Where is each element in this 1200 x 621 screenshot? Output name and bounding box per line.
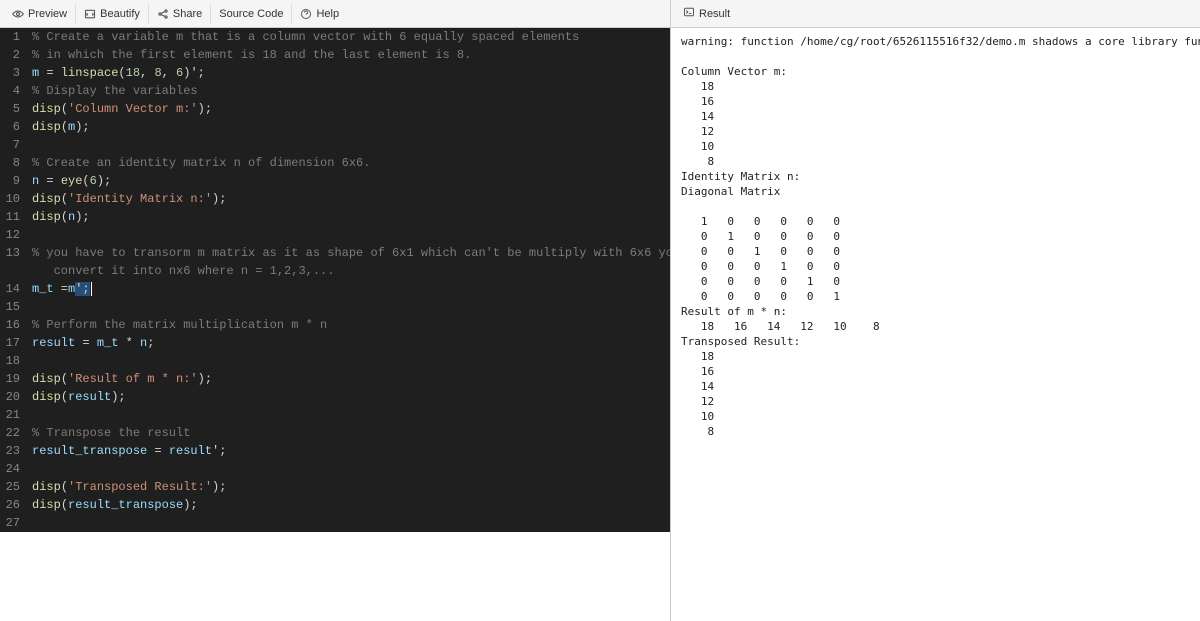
share-icon bbox=[157, 8, 169, 20]
code-line[interactable]: 23result_transpose = result'; bbox=[0, 442, 670, 460]
code-line-wrap[interactable]: convert it into nx6 where n = 1,2,3,... bbox=[0, 262, 670, 280]
code-line[interactable]: 6disp(m); bbox=[0, 118, 670, 136]
result-toolbar: Result bbox=[671, 0, 1200, 28]
code-icon bbox=[84, 8, 96, 20]
code-line[interactable]: 9n = eye(6); bbox=[0, 172, 670, 190]
code-line[interactable]: 1% Create a variable m that is a column … bbox=[0, 28, 670, 46]
code-line[interactable]: 24 bbox=[0, 460, 670, 478]
source-code-button[interactable]: Source Code bbox=[211, 4, 292, 24]
share-button[interactable]: Share bbox=[149, 4, 211, 24]
code-line[interactable]: 20disp(result); bbox=[0, 388, 670, 406]
code-line[interactable]: 25disp('Transposed Result:'); bbox=[0, 478, 670, 496]
editor-toolbar: Preview Beautify Share Source Code bbox=[0, 0, 670, 28]
code-line[interactable]: 22% Transpose the result bbox=[0, 424, 670, 442]
beautify-label: Beautify bbox=[100, 8, 140, 20]
code-line[interactable]: 3m = linspace(18, 8, 6)'; bbox=[0, 64, 670, 82]
code-line[interactable]: 12 bbox=[0, 226, 670, 244]
code-line[interactable]: 11disp(n); bbox=[0, 208, 670, 226]
code-line[interactable]: 2% in which the first element is 18 and … bbox=[0, 46, 670, 64]
code-line[interactable]: 15 bbox=[0, 298, 670, 316]
help-icon bbox=[300, 8, 312, 20]
code-line[interactable]: 5disp('Column Vector m:'); bbox=[0, 100, 670, 118]
code-line[interactable]: 26disp(result_transpose); bbox=[0, 496, 670, 514]
share-label: Share bbox=[173, 8, 202, 20]
result-output: warning: function /home/cg/root/65261155… bbox=[671, 28, 1200, 445]
code-line[interactable]: 7 bbox=[0, 136, 670, 154]
eye-icon bbox=[12, 8, 24, 20]
help-label: Help bbox=[316, 8, 339, 20]
code-line[interactable]: 13% you have to transorm m matrix as it … bbox=[0, 244, 670, 262]
code-line[interactable]: 21 bbox=[0, 406, 670, 424]
preview-button[interactable]: Preview bbox=[4, 4, 76, 24]
terminal-icon bbox=[683, 6, 695, 21]
code-line[interactable]: 17result = m_t * n; bbox=[0, 334, 670, 352]
result-pane: Result warning: function /home/cg/root/6… bbox=[670, 0, 1200, 621]
code-line[interactable]: 14m_t =m'; bbox=[0, 280, 670, 298]
code-line[interactable]: 19disp('Result of m * n:'); bbox=[0, 370, 670, 388]
beautify-button[interactable]: Beautify bbox=[76, 4, 149, 24]
result-label: Result bbox=[699, 8, 730, 20]
result-tab[interactable]: Result bbox=[675, 2, 738, 25]
code-line[interactable]: 27 bbox=[0, 514, 670, 532]
source-code-label: Source Code bbox=[219, 8, 283, 20]
preview-label: Preview bbox=[28, 8, 67, 20]
code-line[interactable]: 18 bbox=[0, 352, 670, 370]
help-button[interactable]: Help bbox=[292, 4, 347, 24]
code-line[interactable]: 16% Perform the matrix multiplication m … bbox=[0, 316, 670, 334]
code-line[interactable]: 10disp('Identity Matrix n:'); bbox=[0, 190, 670, 208]
code-editor[interactable]: 1% Create a variable m that is a column … bbox=[0, 28, 670, 532]
code-line[interactable]: 8% Create an identity matrix n of dimens… bbox=[0, 154, 670, 172]
code-line[interactable]: 4% Display the variables bbox=[0, 82, 670, 100]
